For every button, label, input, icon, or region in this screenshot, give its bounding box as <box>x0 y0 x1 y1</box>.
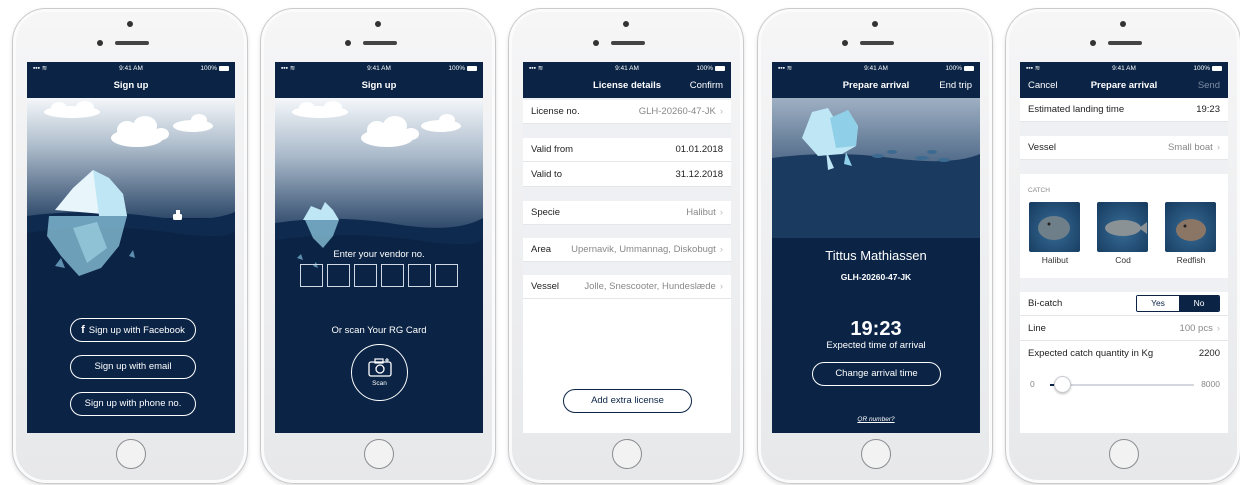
landing-time-row[interactable]: Estimated landing time 19:23 <box>1020 98 1228 122</box>
chevron-right-icon: › <box>1216 142 1220 153</box>
phone-vendor: ▪▪▪ ≋ 9:41 AM 100% Sign up Enter your ve… <box>260 8 496 484</box>
scan-card-prompt: Or scan Your RG Card <box>331 325 427 336</box>
redfish-photo[interactable] <box>1165 202 1216 252</box>
slider-max: 8000 <box>1201 379 1220 389</box>
valid-from-row: Valid from 01.01.2018 <box>523 138 731 162</box>
battery-icon: 100% <box>945 62 974 76</box>
facebook-icon: f <box>81 324 85 336</box>
chevron-right-icon: › <box>719 244 723 255</box>
valid-to-row: Valid to 31.12.2018 <box>523 163 731 187</box>
vendor-digit-4[interactable] <box>381 264 404 287</box>
license-screen: ▪▪▪ ≋ 9:41 AM 100% License details Confi… <box>523 62 731 433</box>
chevron-right-icon: › <box>719 281 723 292</box>
status-bar: ▪▪▪ ≋ 9:41 AM 100% <box>523 62 731 76</box>
nav-bar: License details Confirm <box>523 76 731 98</box>
phone-prepare-arrival: ▪▪▪ ≋ 9:41 AM 100% Cancel Prepare arriva… <box>1005 8 1240 484</box>
end-trip-button[interactable]: End trip <box>939 76 972 96</box>
vendor-digit-5[interactable] <box>408 264 431 287</box>
status-bar: ▪▪▪ ≋ 9:41 AM 100% <box>1020 62 1228 76</box>
bi-catch-yes[interactable]: Yes <box>1137 296 1179 311</box>
home-button[interactable] <box>364 439 394 469</box>
vessel-row[interactable]: Vessel Jolle, Snescooter, Hundeslæde › <box>523 275 731 299</box>
home-button[interactable] <box>861 439 891 469</box>
nav-bar: Sign up <box>27 76 235 98</box>
battery-icon: 100% <box>696 62 725 76</box>
phone-license: ▪▪▪ ≋ 9:41 AM 100% License details Confi… <box>508 8 744 484</box>
chevron-right-icon: › <box>719 207 723 218</box>
page-title: Sign up <box>113 80 149 91</box>
cod-label: Cod <box>1115 255 1131 265</box>
page-title: Sign up <box>361 80 397 91</box>
slider-knob[interactable] <box>1054 376 1071 393</box>
change-arrival-button[interactable]: Change arrival time <box>812 362 941 386</box>
app-showcase: ▪▪▪ ≋ 9:41 AM 100% Sign up f Sign up wit… <box>0 0 1240 485</box>
status-bar: ▪▪▪ ≋ 9:41 AM 100% <box>275 62 483 76</box>
arrival-screen: ▪▪▪ ≋ 9:41 AM 100% Prepare arrival End t… <box>772 62 980 433</box>
status-bar: ▪▪▪ ≋ 9:41 AM 100% <box>772 62 980 76</box>
battery-icon: 100% <box>200 62 229 76</box>
bi-catch-no[interactable]: No <box>1179 296 1219 311</box>
phone-sign-up: ▪▪▪ ≋ 9:41 AM 100% Sign up f Sign up wit… <box>12 8 248 484</box>
vendor-digit-1[interactable] <box>300 264 323 287</box>
chevron-right-icon: › <box>719 106 723 117</box>
license-row[interactable]: License no. GLH-20260-47-JK › <box>523 100 731 124</box>
home-button[interactable] <box>1109 439 1139 469</box>
nav-bar: Prepare arrival End trip <box>772 76 980 98</box>
chevron-right-icon: › <box>1216 323 1220 334</box>
specie-row[interactable]: Specie Halibut › <box>523 201 731 225</box>
fisher-name: Tittus Mathiassen <box>825 248 927 263</box>
area-row[interactable]: Area Upernavik, Ummannag, Diskobugt › <box>523 238 731 262</box>
scan-label: Scan <box>372 380 387 387</box>
vendor-screen: ▪▪▪ ≋ 9:41 AM 100% Sign up Enter your ve… <box>275 62 483 433</box>
line-row[interactable]: Line 100 pcs › <box>1020 317 1228 341</box>
iceberg-illustration <box>772 98 980 238</box>
facebook-signup-button[interactable]: f Sign up with Facebook <box>70 318 196 342</box>
vendor-digit-3[interactable] <box>354 264 377 287</box>
slider-min: 0 <box>1030 379 1035 389</box>
page-title: Prepare arrival <box>1090 80 1158 91</box>
add-license-button[interactable]: Add extra license <box>563 389 692 413</box>
license-number: GLH-20260-47-JK <box>840 272 912 282</box>
qr-number-link[interactable]: QR number? <box>772 416 980 423</box>
bi-catch-row: Bi-catch Yes No <box>1020 292 1228 316</box>
confirm-button[interactable]: Confirm <box>690 76 723 96</box>
vendor-digit-6[interactable] <box>435 264 458 287</box>
home-button[interactable] <box>116 439 146 469</box>
sign-up-screen: ▪▪▪ ≋ 9:41 AM 100% Sign up f Sign up wit… <box>27 62 235 433</box>
camera-icon <box>367 358 392 377</box>
quantity-row: Expected catch quantity in Kg 2200 <box>1020 342 1228 398</box>
nav-bar: Sign up <box>275 76 483 98</box>
vessel-row[interactable]: Vessel Small boat › <box>1020 136 1228 160</box>
prepare-arrival-screen: ▪▪▪ ≋ 9:41 AM 100% Cancel Prepare arriva… <box>1020 62 1228 433</box>
iceberg-illustration <box>27 98 235 433</box>
redfish-label: Redfish <box>1176 255 1206 265</box>
battery-icon: 100% <box>1193 62 1222 76</box>
send-button[interactable]: Send <box>1198 76 1220 96</box>
home-button[interactable] <box>612 439 642 469</box>
vendor-digit-2[interactable] <box>327 264 350 287</box>
scan-button[interactable]: Scan <box>351 344 408 401</box>
status-bar: ▪▪▪ ≋ 9:41 AM 100% <box>27 62 235 76</box>
quantity-slider[interactable] <box>1050 376 1194 393</box>
arrival-time: 19:23 <box>850 318 902 340</box>
bi-catch-toggle: Yes No <box>1136 295 1220 312</box>
halibut-label: Halibut <box>1041 255 1069 265</box>
halibut-photo[interactable] <box>1029 202 1080 252</box>
phone-signup-button[interactable]: Sign up with phone no. <box>70 392 196 416</box>
arrival-time-label: Expected time of arrival <box>826 340 926 351</box>
vendor-prompt: Enter your vendor no. <box>333 249 425 260</box>
battery-icon: 100% <box>448 62 477 76</box>
email-signup-button[interactable]: Sign up with email <box>70 355 196 379</box>
nav-bar: Cancel Prepare arrival Send <box>1020 76 1228 98</box>
cod-photo[interactable] <box>1097 202 1148 252</box>
phone-arrival: ▪▪▪ ≋ 9:41 AM 100% Prepare arrival End t… <box>757 8 993 484</box>
catch-header: CATCH <box>1028 187 1050 194</box>
